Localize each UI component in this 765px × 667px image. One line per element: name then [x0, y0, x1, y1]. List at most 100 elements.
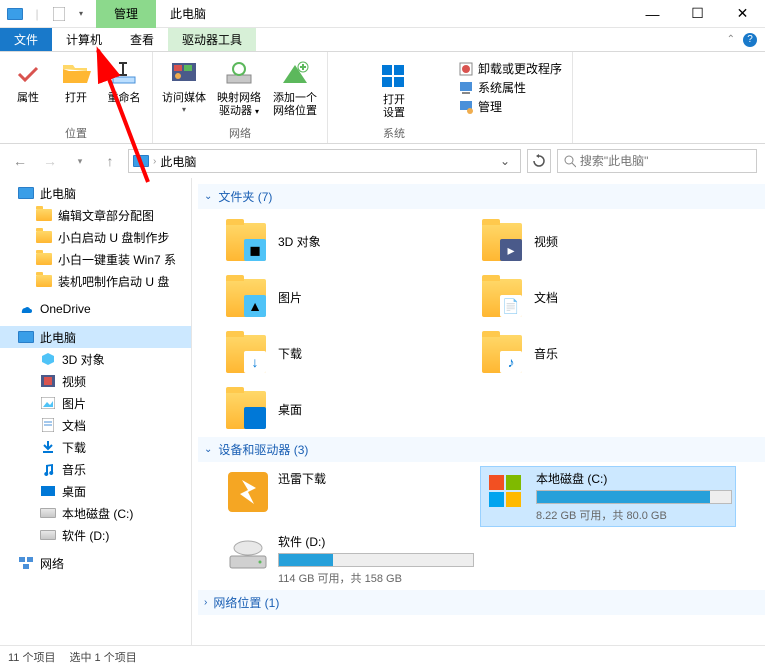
tab-view[interactable]: 查看 [116, 28, 168, 51]
tree-drive-c[interactable]: 本地磁盘 (C:) [0, 502, 191, 524]
drive-icon [226, 533, 270, 577]
music-icon [40, 461, 56, 477]
address-bar-row: ← → ▾ ↑ › 此电脑 ⌄ [0, 144, 765, 178]
folder-pictures[interactable]: ▲图片 [222, 269, 478, 325]
open-button[interactable]: 打开 [54, 56, 98, 105]
uninstall-programs-button[interactable]: 卸载或更改程序 [458, 60, 562, 77]
ribbon-group-location: 属性 打开 重命名 位置 [0, 52, 153, 143]
status-selected-count: 选中 1 个项目 [69, 649, 136, 665]
status-bar: 11 个项目 选中 1 个项目 [0, 645, 765, 667]
settings-icon [378, 60, 410, 92]
map-drive-icon [223, 58, 255, 90]
breadcrumb-dropdown-icon[interactable]: ⌄ [494, 154, 516, 168]
download-icon [40, 439, 56, 455]
forward-button[interactable]: → [38, 149, 62, 173]
open-settings-button[interactable]: 打开设置 [372, 58, 416, 120]
minimize-button[interactable]: — [630, 0, 675, 28]
document-icon[interactable] [50, 5, 68, 23]
system-properties-button[interactable]: 系统属性 [458, 79, 562, 96]
tree-documents[interactable]: 文档 [0, 414, 191, 436]
tree-desktop[interactable]: 桌面 [0, 480, 191, 502]
tree-videos[interactable]: 视频 [0, 370, 191, 392]
tree-onedrive[interactable]: OneDrive [0, 298, 191, 320]
ribbon-group-network: 访问媒体 ▾ 映射网络驱动器 ▾ 添加一个网络位置 网络 [153, 52, 328, 143]
tree-folder[interactable]: 小白启动 U 盘制作步 [0, 226, 191, 248]
section-folders[interactable]: ⌄文件夹 (7) [198, 184, 765, 209]
breadcrumb[interactable]: 此电脑 [160, 153, 196, 170]
drive-c[interactable]: 本地磁盘 (C:) 8.22 GB 可用，共 80.0 GB [480, 466, 736, 527]
add-network-location-button[interactable]: 添加一个网络位置 [269, 56, 321, 118]
film-icon [40, 373, 56, 389]
contextual-tab-manage[interactable]: 管理 [96, 0, 156, 28]
pc-icon [133, 155, 149, 167]
document-icon: 📄 [500, 295, 522, 317]
desktop-icon [40, 483, 56, 499]
tree-pictures[interactable]: 图片 [0, 392, 191, 414]
address-bar[interactable]: › 此电脑 ⌄ [128, 149, 521, 173]
drive-d[interactable]: 软件 (D:) 114 GB 可用，共 158 GB [222, 529, 478, 590]
windows-drive-icon [484, 470, 528, 514]
ribbon: 属性 打开 重命名 位置 访问媒体 ▾ 映射网络驱动器 ▾ [0, 52, 765, 144]
folder-documents[interactable]: 📄文档 [478, 269, 734, 325]
folder-3d-objects[interactable]: ◼3D 对象 [222, 213, 478, 269]
tab-drive-tools[interactable]: 驱动器工具 [168, 28, 256, 51]
tree-downloads[interactable]: 下载 [0, 436, 191, 458]
folder-open-icon [60, 58, 92, 90]
folder-music[interactable]: ♪音乐 [478, 325, 734, 381]
music-icon: ♪ [500, 351, 522, 373]
tree-folder[interactable]: 装机吧制作启动 U 盘 [0, 270, 191, 292]
search-input[interactable] [580, 154, 750, 168]
drive-xunlei[interactable]: 迅雷下载 [222, 466, 478, 527]
tree-this-pc-quick[interactable]: 此电脑 [0, 182, 191, 204]
access-media-button[interactable]: 访问媒体 ▾ [159, 56, 209, 114]
maximize-button[interactable]: ☐ [675, 0, 720, 28]
cloud-icon [18, 301, 34, 317]
folder-videos[interactable]: ▸视频 [478, 213, 734, 269]
tree-drive-d[interactable]: 软件 (D:) [0, 524, 191, 546]
rename-icon [108, 58, 140, 90]
map-drive-button[interactable]: 映射网络驱动器 ▾ [213, 56, 265, 118]
tab-computer[interactable]: 计算机 [52, 28, 116, 51]
quick-access-toolbar: | ▾ [0, 5, 96, 23]
tab-file[interactable]: 文件 [0, 28, 52, 51]
tree-3d-objects[interactable]: 3D 对象 [0, 348, 191, 370]
folder-downloads[interactable]: ↓下载 [222, 325, 478, 381]
section-drives[interactable]: ⌄设备和驱动器 (3) [198, 437, 765, 462]
tree-network[interactable]: 网络 [0, 552, 191, 574]
help-icon[interactable]: ? [743, 33, 757, 47]
pc-icon[interactable] [6, 5, 24, 23]
recent-dropdown[interactable]: ▾ [68, 149, 92, 173]
ribbon-collapse-icon[interactable]: ⌃ [727, 34, 735, 45]
tree-this-pc[interactable]: 此电脑 [0, 326, 191, 348]
navigation-tree[interactable]: 此电脑 编辑文章部分配图 小白启动 U 盘制作步 小白一键重装 Win7 系 装… [0, 178, 192, 645]
qat-dropdown-icon[interactable]: ▾ [72, 5, 90, 23]
uninstall-icon [458, 61, 474, 77]
properties-button[interactable]: 属性 [6, 56, 50, 105]
back-button[interactable]: ← [8, 149, 32, 173]
content-pane[interactable]: ⌄文件夹 (7) ◼3D 对象 ▸视频 ▲图片 📄文档 ↓下载 ♪音乐 桌面 ⌄… [192, 178, 765, 645]
rename-button[interactable]: 重命名 [102, 56, 146, 105]
tree-music[interactable]: 音乐 [0, 458, 191, 480]
folder-desktop[interactable]: 桌面 [222, 381, 478, 437]
qat-separator: | [28, 5, 46, 23]
media-icon [168, 58, 200, 90]
section-network-locations[interactable]: ›网络位置 (1) [198, 590, 765, 615]
network-icon [18, 555, 34, 571]
close-button[interactable]: ✕ [720, 0, 765, 28]
download-icon: ↓ [244, 351, 266, 373]
refresh-button[interactable] [527, 149, 551, 173]
film-icon: ▸ [500, 239, 522, 261]
cube-icon [40, 351, 56, 367]
chevron-right-icon: › [204, 597, 207, 608]
ribbon-tab-row: 文件 计算机 查看 驱动器工具 ⌃ ? [0, 28, 765, 52]
tree-folder[interactable]: 编辑文章部分配图 [0, 204, 191, 226]
search-box[interactable] [557, 149, 757, 173]
capacity-bar [536, 490, 732, 504]
cube-icon: ◼ [244, 239, 266, 261]
chevron-down-icon: ⌄ [204, 444, 212, 455]
window-title: 此电脑 [156, 5, 220, 22]
manage-button[interactable]: 管理 [458, 98, 562, 115]
up-button[interactable]: ↑ [98, 149, 122, 173]
picture-icon [40, 395, 56, 411]
tree-folder[interactable]: 小白一键重装 Win7 系 [0, 248, 191, 270]
